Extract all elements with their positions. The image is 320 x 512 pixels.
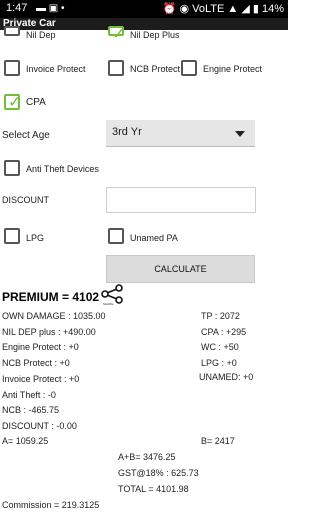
app-title-bar: Private Car (0, 18, 288, 30)
unnamed-pa-label: Unamed PA (130, 233, 178, 243)
a-value: A= 1059.25 (2, 436, 49, 446)
nil-dep-checkbox[interactable] (4, 26, 20, 36)
wc-value: WC : +50 (201, 342, 239, 352)
gst-value: GST@18% : 625.73 (118, 468, 199, 478)
tp-value: TP : 2072 (201, 311, 240, 321)
nil-dep-plus-label: Nil Dep Plus (130, 30, 180, 40)
a-plus-b-value: A+B= 3476.25 (118, 452, 176, 462)
commission-value: Commission = 219.3125 (2, 500, 100, 510)
engine-protect-checkbox[interactable] (181, 60, 197, 76)
lpg-checkbox[interactable] (4, 228, 20, 244)
cpa-label: CPA (26, 97, 46, 108)
cpa-checkbox[interactable]: ✓ (4, 94, 22, 111)
anti-theft-checkbox[interactable] (4, 160, 20, 176)
status-time: 1:47 (6, 2, 28, 14)
status-bar: 1:47 ▬ ▣ • ⏰ ◉ VoLTE ▲ ◢ ▮ 14% (0, 0, 288, 18)
cpa-value: CPA : +295 (201, 327, 247, 337)
own-damage-value: OWN DAMAGE : 1035.00 (2, 311, 106, 321)
dropdown-arrow-icon (235, 131, 245, 137)
select-age-label: Select Age (2, 130, 50, 141)
unnamed-pa-checkbox[interactable] (108, 228, 124, 244)
discount-value: DISCOUNT : -0.00 (2, 421, 77, 431)
age-select[interactable]: 3rd Yr (106, 120, 255, 147)
ncb-value: NCB : -465.75 (2, 405, 60, 415)
unamed-value: UNAMED: +0 (199, 372, 254, 382)
b-value: B= 2417 (201, 436, 235, 446)
engine-protect-label: Engine Protect (203, 64, 263, 74)
discount-label: DISCOUNT (2, 195, 49, 205)
status-right-icons: ⏰ ◉ VoLTE ▲ ◢ ▮ 14% (162, 3, 284, 15)
premium-total: PREMIUM = 4102 (2, 290, 100, 304)
invoice-protect-checkbox[interactable] (4, 60, 20, 76)
ncb-protect-label: NCB Protect (130, 64, 181, 74)
invoice-protect-label: Invoice Protect (26, 64, 86, 74)
age-select-value: 3rd Yr (112, 126, 142, 138)
ncb-protect-checkbox[interactable] (108, 60, 124, 76)
share-caption: SHARE (103, 302, 114, 306)
share-button[interactable]: SHARE (100, 284, 126, 306)
ncb-protect-value: NCB Protect : +0 (2, 358, 70, 368)
nil-dep-label: Nil Dep (26, 30, 56, 40)
notification-icons: ▬ ▣ • (36, 3, 65, 14)
engine-protect-value: Engine Protect : +0 (2, 342, 79, 352)
lpg-value: LPG : +0 (201, 358, 237, 368)
share-icon (101, 284, 123, 304)
discount-input[interactable] (106, 187, 256, 213)
nil-dep-plus-value: NIL DEP plus : +490.00 (2, 327, 96, 337)
nil-dep-plus-checkbox[interactable]: ✓ (108, 26, 125, 43)
anti-theft-label: Anti Theft Devices (26, 164, 99, 174)
calculate-button[interactable]: CALCULATE (106, 255, 255, 283)
lpg-label: LPG (26, 233, 45, 243)
total-value: TOTAL = 4101.98 (118, 484, 189, 494)
anti-theft-value: Anti Theft : -0 (2, 390, 56, 400)
check-icon: ✓ (8, 94, 22, 111)
invoice-protect-value: Invoice Protect : +0 (2, 374, 80, 384)
check-icon: ✓ (112, 26, 126, 43)
